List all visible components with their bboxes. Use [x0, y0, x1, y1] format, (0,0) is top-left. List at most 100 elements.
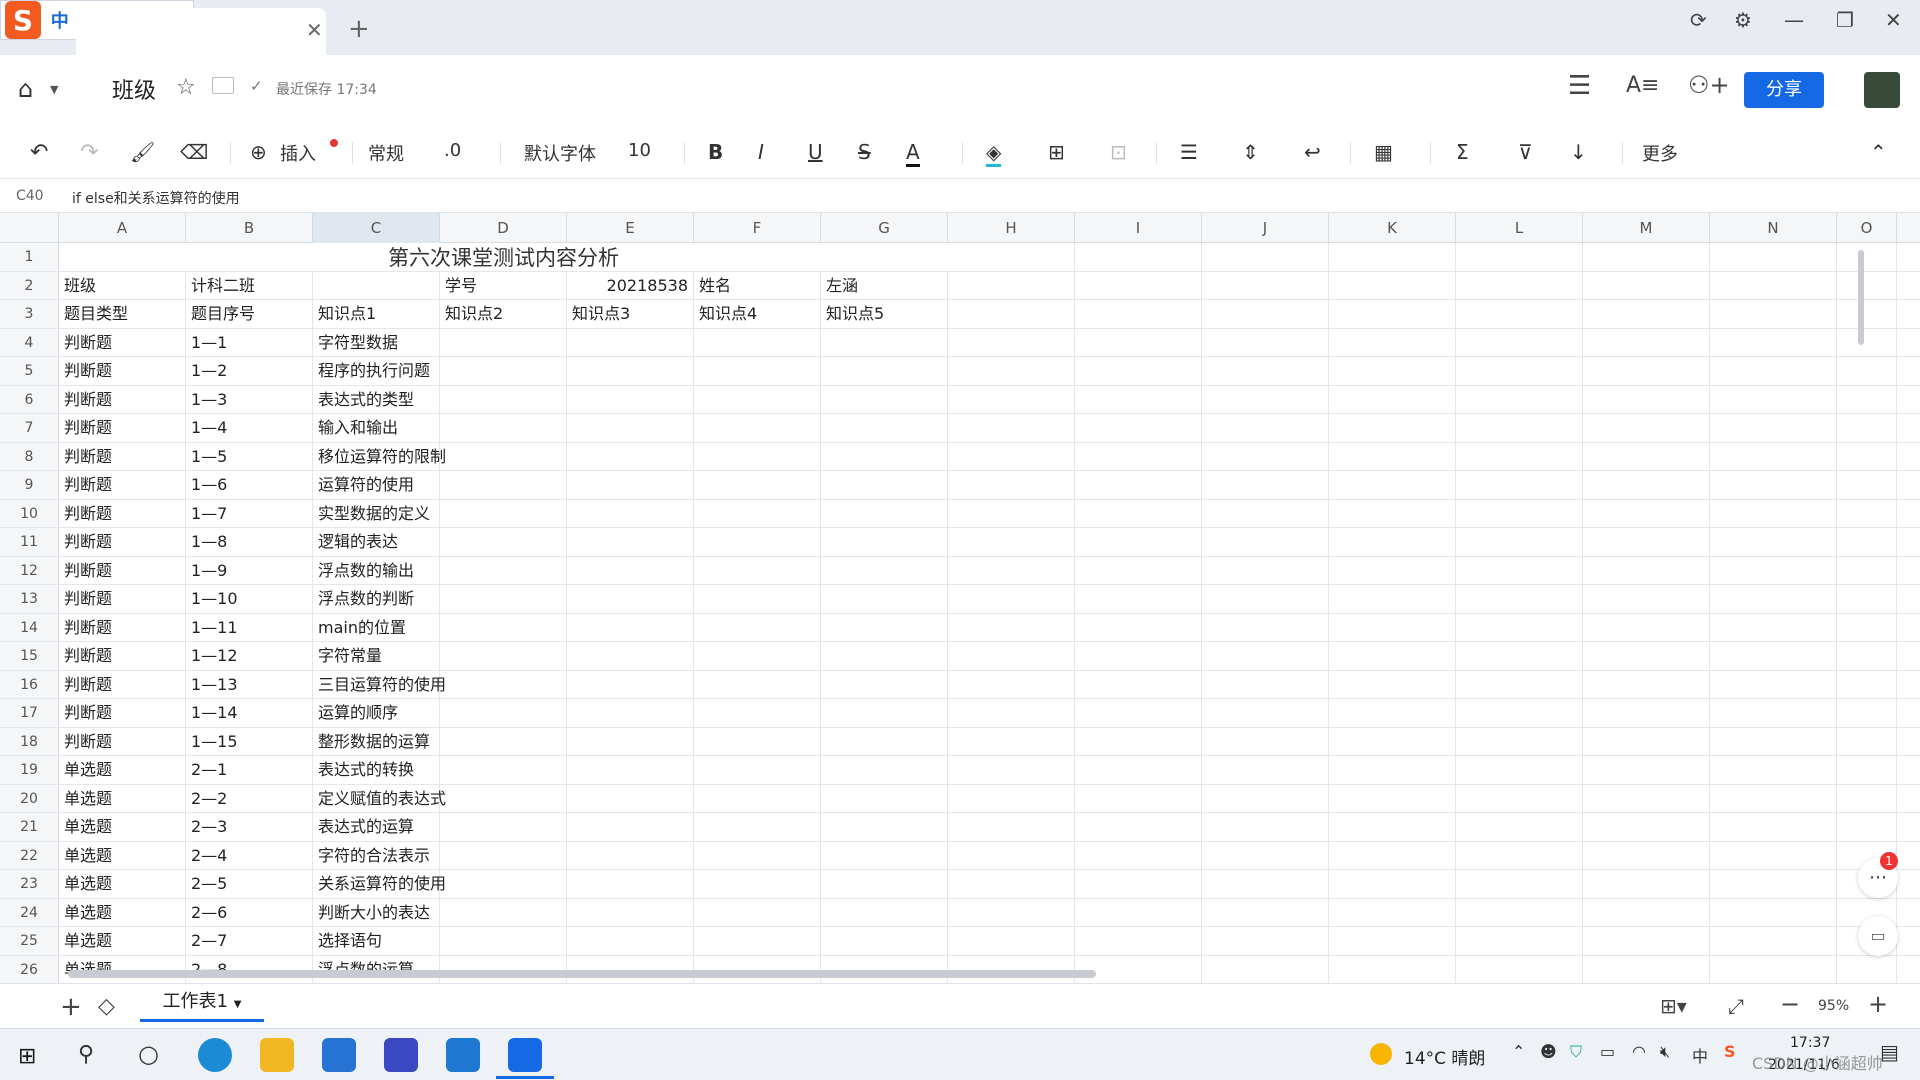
row-header[interactable]: 12: [0, 556, 59, 584]
column-header-f[interactable]: F: [694, 213, 821, 243]
cell-k16[interactable]: [1329, 670, 1456, 698]
cell-g11[interactable]: [821, 528, 948, 556]
app-icon[interactable]: [384, 1038, 418, 1072]
more-menu[interactable]: 更多: [1642, 140, 1678, 166]
merge-cells-icon[interactable]: ⊡: [1110, 140, 1127, 164]
volume-muted-icon[interactable]: 🔇︎: [1660, 1042, 1670, 1062]
cell-j25[interactable]: [1202, 927, 1329, 955]
cell-f11[interactable]: [694, 528, 821, 556]
cell-d11[interactable]: [440, 528, 567, 556]
cell-k15[interactable]: [1329, 642, 1456, 670]
zoom-in-icon[interactable]: +: [1868, 990, 1888, 1018]
cell-o21[interactable]: [1837, 813, 1897, 841]
cell-k1[interactable]: [1329, 243, 1456, 271]
cell-n3[interactable]: [1710, 300, 1837, 328]
cell-i26[interactable]: [1075, 955, 1202, 983]
sheet-tab[interactable]: 工作表1 ▼: [140, 984, 264, 1022]
column-header-a[interactable]: A: [59, 213, 186, 243]
format-painter-icon[interactable]: 🖌︎: [130, 140, 155, 164]
cell-k10[interactable]: [1329, 499, 1456, 527]
cell-b2[interactable]: 计科二班: [186, 271, 313, 299]
cell-f19[interactable]: [694, 756, 821, 784]
cell-f5[interactable]: [694, 357, 821, 385]
cell-g9[interactable]: [821, 471, 948, 499]
cell-g19[interactable]: [821, 756, 948, 784]
cell-c23[interactable]: 关系运算符的使用: [313, 870, 446, 898]
star-icon[interactable]: ☆: [176, 75, 196, 100]
cell-m14[interactable]: [1583, 613, 1710, 641]
restore-icon[interactable]: ❐: [1836, 8, 1854, 32]
cell-a19[interactable]: 单选题: [59, 756, 186, 784]
cell-k5[interactable]: [1329, 357, 1456, 385]
ime-language[interactable]: 中: [1692, 1043, 1708, 1067]
avatar[interactable]: [1864, 72, 1900, 108]
cell-e4[interactable]: [567, 328, 694, 356]
cell-a13[interactable]: 判断题: [59, 585, 186, 613]
cell-a24[interactable]: 单选题: [59, 898, 186, 926]
cell-i7[interactable]: [1075, 414, 1202, 442]
cell-j16[interactable]: [1202, 670, 1329, 698]
search-icon[interactable]: ⚲: [78, 1042, 94, 1067]
number-format-select[interactable]: 常规: [368, 140, 404, 166]
cell-c22[interactable]: 字符的合法表示: [313, 841, 440, 869]
cell-e15[interactable]: [567, 642, 694, 670]
row-header[interactable]: 17: [0, 699, 59, 727]
cell-k20[interactable]: [1329, 784, 1456, 812]
cell-l8[interactable]: [1456, 442, 1583, 470]
cell-j9[interactable]: [1202, 471, 1329, 499]
cell-i10[interactable]: [1075, 499, 1202, 527]
cell-f6[interactable]: [694, 385, 821, 413]
cell-f18[interactable]: [694, 727, 821, 755]
cell-n24[interactable]: [1710, 898, 1837, 926]
close-window-icon[interactable]: ✕: [1885, 8, 1902, 32]
cell-d6[interactable]: [440, 385, 567, 413]
cell-m6[interactable]: [1583, 385, 1710, 413]
cell-b10[interactable]: 1—7: [186, 499, 313, 527]
cell-l26[interactable]: [1456, 955, 1583, 983]
cell-k11[interactable]: [1329, 528, 1456, 556]
cell-j17[interactable]: [1202, 699, 1329, 727]
cell-i23[interactable]: [1075, 870, 1202, 898]
cell-g7[interactable]: [821, 414, 948, 442]
row-header[interactable]: 25: [0, 927, 59, 955]
cell-n22[interactable]: [1710, 841, 1837, 869]
row-header[interactable]: 15: [0, 642, 59, 670]
cell-g15[interactable]: [821, 642, 948, 670]
cell-o11[interactable]: [1837, 528, 1897, 556]
cell-l9[interactable]: [1456, 471, 1583, 499]
cell-h22[interactable]: [948, 841, 1075, 869]
cell-g22[interactable]: [821, 841, 948, 869]
chevron-down-icon[interactable]: ▼: [50, 83, 58, 96]
cell-l16[interactable]: [1456, 670, 1583, 698]
cell-h13[interactable]: [948, 585, 1075, 613]
cell-i3[interactable]: [1075, 300, 1202, 328]
cell-d16[interactable]: [440, 670, 567, 698]
cell-m15[interactable]: [1583, 642, 1710, 670]
cell-l2[interactable]: [1456, 271, 1583, 299]
menu-icon[interactable]: ☰: [1568, 71, 1591, 101]
cell-n6[interactable]: [1710, 385, 1837, 413]
cell-a15[interactable]: 判断题: [59, 642, 186, 670]
column-header-c[interactable]: C: [313, 213, 440, 243]
cell-g25[interactable]: [821, 927, 948, 955]
row-header[interactable]: 22: [0, 841, 59, 869]
cell-m26[interactable]: [1583, 955, 1710, 983]
cell-i19[interactable]: [1075, 756, 1202, 784]
cell-c4[interactable]: 字符型数据: [313, 328, 440, 356]
cell-o2[interactable]: [1837, 271, 1897, 299]
cell-e14[interactable]: [567, 613, 694, 641]
cell-o12[interactable]: [1837, 556, 1897, 584]
cell-n20[interactable]: [1710, 784, 1837, 812]
cell-i12[interactable]: [1075, 556, 1202, 584]
cell-o3[interactable]: [1837, 300, 1897, 328]
cell-o26[interactable]: [1837, 955, 1897, 983]
cell-g10[interactable]: [821, 499, 948, 527]
cell-l5[interactable]: [1456, 357, 1583, 385]
cell-a5[interactable]: 判断题: [59, 357, 186, 385]
cell-j26[interactable]: [1202, 955, 1329, 983]
cell-j10[interactable]: [1202, 499, 1329, 527]
cell-c12[interactable]: 浮点数的输出: [313, 556, 440, 584]
italic-icon[interactable]: I: [758, 140, 764, 164]
cell-g14[interactable]: [821, 613, 948, 641]
cell-e5[interactable]: [567, 357, 694, 385]
